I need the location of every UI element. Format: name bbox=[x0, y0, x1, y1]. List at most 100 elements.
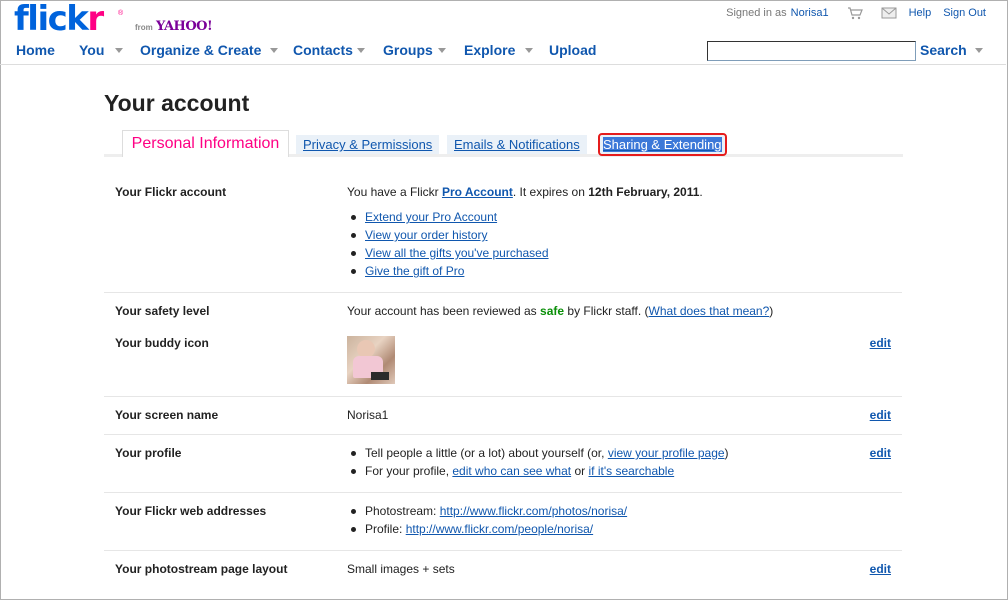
logo-flick-text: flick bbox=[14, 0, 89, 39]
flickr-account-label: Your Flickr account bbox=[115, 185, 227, 199]
utility-bar: Signed in as Norisa1 Help Sign Out bbox=[726, 7, 986, 20]
account-tabs: Personal Information Privacy & Permissio… bbox=[104, 130, 903, 157]
screen-name-label: Your screen name bbox=[115, 408, 219, 422]
help-link[interactable]: Help bbox=[909, 7, 932, 19]
nav-you[interactable]: You bbox=[79, 42, 104, 58]
nav-home[interactable]: Home bbox=[16, 42, 55, 58]
flickr-logo[interactable]: flickr ® from YAHOO! bbox=[14, 0, 213, 40]
layout-label: Your photostream page layout bbox=[115, 562, 288, 576]
tab-emails-notifications[interactable]: Emails & Notifications bbox=[447, 135, 587, 154]
list-item: View all the gifts you've purchased bbox=[351, 244, 807, 262]
buddy-icon-value bbox=[336, 326, 808, 397]
account-text-prefix: You have a Flickr bbox=[347, 185, 439, 199]
search-button[interactable]: Search bbox=[920, 42, 967, 58]
account-links-list: Extend your Pro Account View your order … bbox=[347, 208, 807, 280]
row-screen-name: Your screen name Norisa1 edit bbox=[104, 397, 902, 435]
layout-value: Small images + sets bbox=[347, 562, 455, 576]
nav-contacts[interactable]: Contacts bbox=[293, 42, 353, 58]
tab-sharing-extending-label: Sharing & Extending bbox=[603, 137, 722, 152]
flickr-account-edit-cell bbox=[808, 175, 902, 293]
signed-in-label: Signed in as bbox=[726, 7, 787, 19]
buddy-icon-image bbox=[347, 336, 395, 384]
list-item: Give the gift of Pro bbox=[351, 262, 807, 280]
logo-r-text: r bbox=[87, 0, 104, 39]
profile-url-link[interactable]: http://www.flickr.com/people/norisa/ bbox=[406, 522, 593, 536]
row-flickr-account: Your Flickr account You have a Flickr Pr… bbox=[104, 175, 902, 293]
groups-dropdown-icon[interactable] bbox=[438, 48, 446, 53]
list-item: For your profile, edit who can see what … bbox=[351, 462, 807, 480]
expiry-date: 12th February, 2011 bbox=[588, 185, 700, 199]
search-dropdown-icon[interactable] bbox=[975, 48, 983, 53]
profile-list: Tell people a little (or a lot) about yo… bbox=[347, 444, 807, 480]
photostream-url-link[interactable]: http://www.flickr.com/photos/norisa/ bbox=[440, 504, 627, 518]
flickr-account-value: You have a Flickr Pro Account. It expire… bbox=[336, 175, 808, 293]
order-history-link[interactable]: View your order history bbox=[365, 228, 488, 242]
contacts-dropdown-icon[interactable] bbox=[357, 48, 365, 53]
layout-edit-cell: edit bbox=[808, 551, 902, 577]
screen-name-edit-cell: edit bbox=[808, 397, 902, 435]
if-searchable-link[interactable]: if it's searchable bbox=[588, 464, 674, 478]
you-dropdown-icon[interactable] bbox=[115, 48, 123, 53]
pro-account-link[interactable]: Pro Account bbox=[442, 185, 513, 199]
account-settings-table: Your Flickr account You have a Flickr Pr… bbox=[104, 175, 902, 577]
extend-pro-link[interactable]: Extend your Pro Account bbox=[365, 210, 497, 224]
account-text-end: . bbox=[699, 185, 703, 199]
photostream-label: Photostream: bbox=[365, 504, 437, 518]
layout-edit-link[interactable]: edit bbox=[870, 562, 891, 576]
buddy-icon-edit-link[interactable]: edit bbox=[870, 336, 891, 350]
profile-line2-mid: or bbox=[574, 464, 586, 478]
nav-organize-create[interactable]: Organize & Create bbox=[140, 42, 261, 58]
screen-name-edit-link[interactable]: edit bbox=[870, 408, 891, 422]
explore-dropdown-icon[interactable] bbox=[525, 48, 533, 53]
signed-in-username[interactable]: Norisa1 bbox=[791, 7, 829, 19]
list-item: Profile: http://www.flickr.com/people/no… bbox=[351, 520, 807, 538]
gifts-purchased-link[interactable]: View all the gifts you've purchased bbox=[365, 246, 549, 260]
buddy-icon-edit-cell: edit bbox=[808, 326, 902, 397]
edit-who-can-see-link[interactable]: edit who can see what bbox=[452, 464, 571, 478]
tab-sharing-extending[interactable]: Sharing & Extending bbox=[598, 133, 727, 156]
nav-explore[interactable]: Explore bbox=[464, 42, 515, 58]
web-addresses-edit-cell bbox=[808, 493, 902, 551]
cart-icon[interactable] bbox=[847, 7, 863, 20]
yahoo-logo: YAHOO! bbox=[156, 19, 213, 34]
logo-from-text: from bbox=[135, 23, 153, 32]
tab-privacy-permissions[interactable]: Privacy & Permissions bbox=[296, 135, 440, 154]
sign-out-link[interactable]: Sign Out bbox=[943, 7, 986, 19]
list-item: Extend your Pro Account bbox=[351, 208, 807, 226]
nav-upload[interactable]: Upload bbox=[549, 42, 596, 58]
list-item: Tell people a little (or a lot) about yo… bbox=[351, 444, 807, 462]
web-addresses-list: Photostream: http://www.flickr.com/photo… bbox=[347, 502, 807, 538]
profile-value: Tell people a little (or a lot) about yo… bbox=[336, 435, 808, 493]
row-web-addresses: Your Flickr web addresses Photostream: h… bbox=[104, 493, 902, 551]
safety-text-prefix: Your account has been reviewed as bbox=[347, 304, 537, 318]
profile-url-label: Profile: bbox=[365, 522, 403, 536]
list-item: View your order history bbox=[351, 226, 807, 244]
search-input[interactable] bbox=[707, 41, 916, 61]
web-addresses-value: Photostream: http://www.flickr.com/photo… bbox=[336, 493, 808, 551]
safety-edit-cell bbox=[808, 293, 902, 326]
row-safety-level: Your safety level Your account has been … bbox=[104, 293, 902, 326]
row-buddy-icon: Your buddy icon edit bbox=[104, 326, 902, 397]
safety-level-badge: safe bbox=[540, 304, 565, 318]
view-profile-link[interactable]: view your profile page bbox=[608, 446, 725, 460]
safety-text-end: ) bbox=[769, 304, 774, 318]
profile-edit-cell: edit bbox=[808, 435, 902, 493]
logo-registered-mark: ® bbox=[118, 10, 124, 17]
account-text-mid: . It expires on bbox=[512, 185, 585, 199]
gift-of-pro-link[interactable]: Give the gift of Pro bbox=[365, 264, 464, 278]
mail-icon[interactable] bbox=[881, 7, 897, 19]
web-addresses-label: Your Flickr web addresses bbox=[115, 504, 267, 518]
safety-level-value: Your account has been reviewed as safe b… bbox=[336, 293, 808, 326]
tab-personal-information[interactable]: Personal Information bbox=[122, 130, 289, 157]
buddy-icon-label: Your buddy icon bbox=[115, 336, 209, 350]
profile-edit-link[interactable]: edit bbox=[870, 446, 891, 460]
screen-name-value: Norisa1 bbox=[347, 408, 389, 422]
list-item: Photostream: http://www.flickr.com/photo… bbox=[351, 502, 807, 520]
organize-dropdown-icon[interactable] bbox=[270, 48, 278, 53]
profile-label: Your profile bbox=[115, 446, 182, 460]
row-profile: Your profile Tell people a little (or a … bbox=[104, 435, 902, 493]
profile-line1-prefix: Tell people a little (or a lot) about yo… bbox=[365, 446, 605, 460]
what-does-that-mean-link[interactable]: What does that mean? bbox=[649, 304, 770, 318]
nav-groups[interactable]: Groups bbox=[383, 42, 433, 58]
profile-line1-end: ) bbox=[724, 446, 729, 460]
